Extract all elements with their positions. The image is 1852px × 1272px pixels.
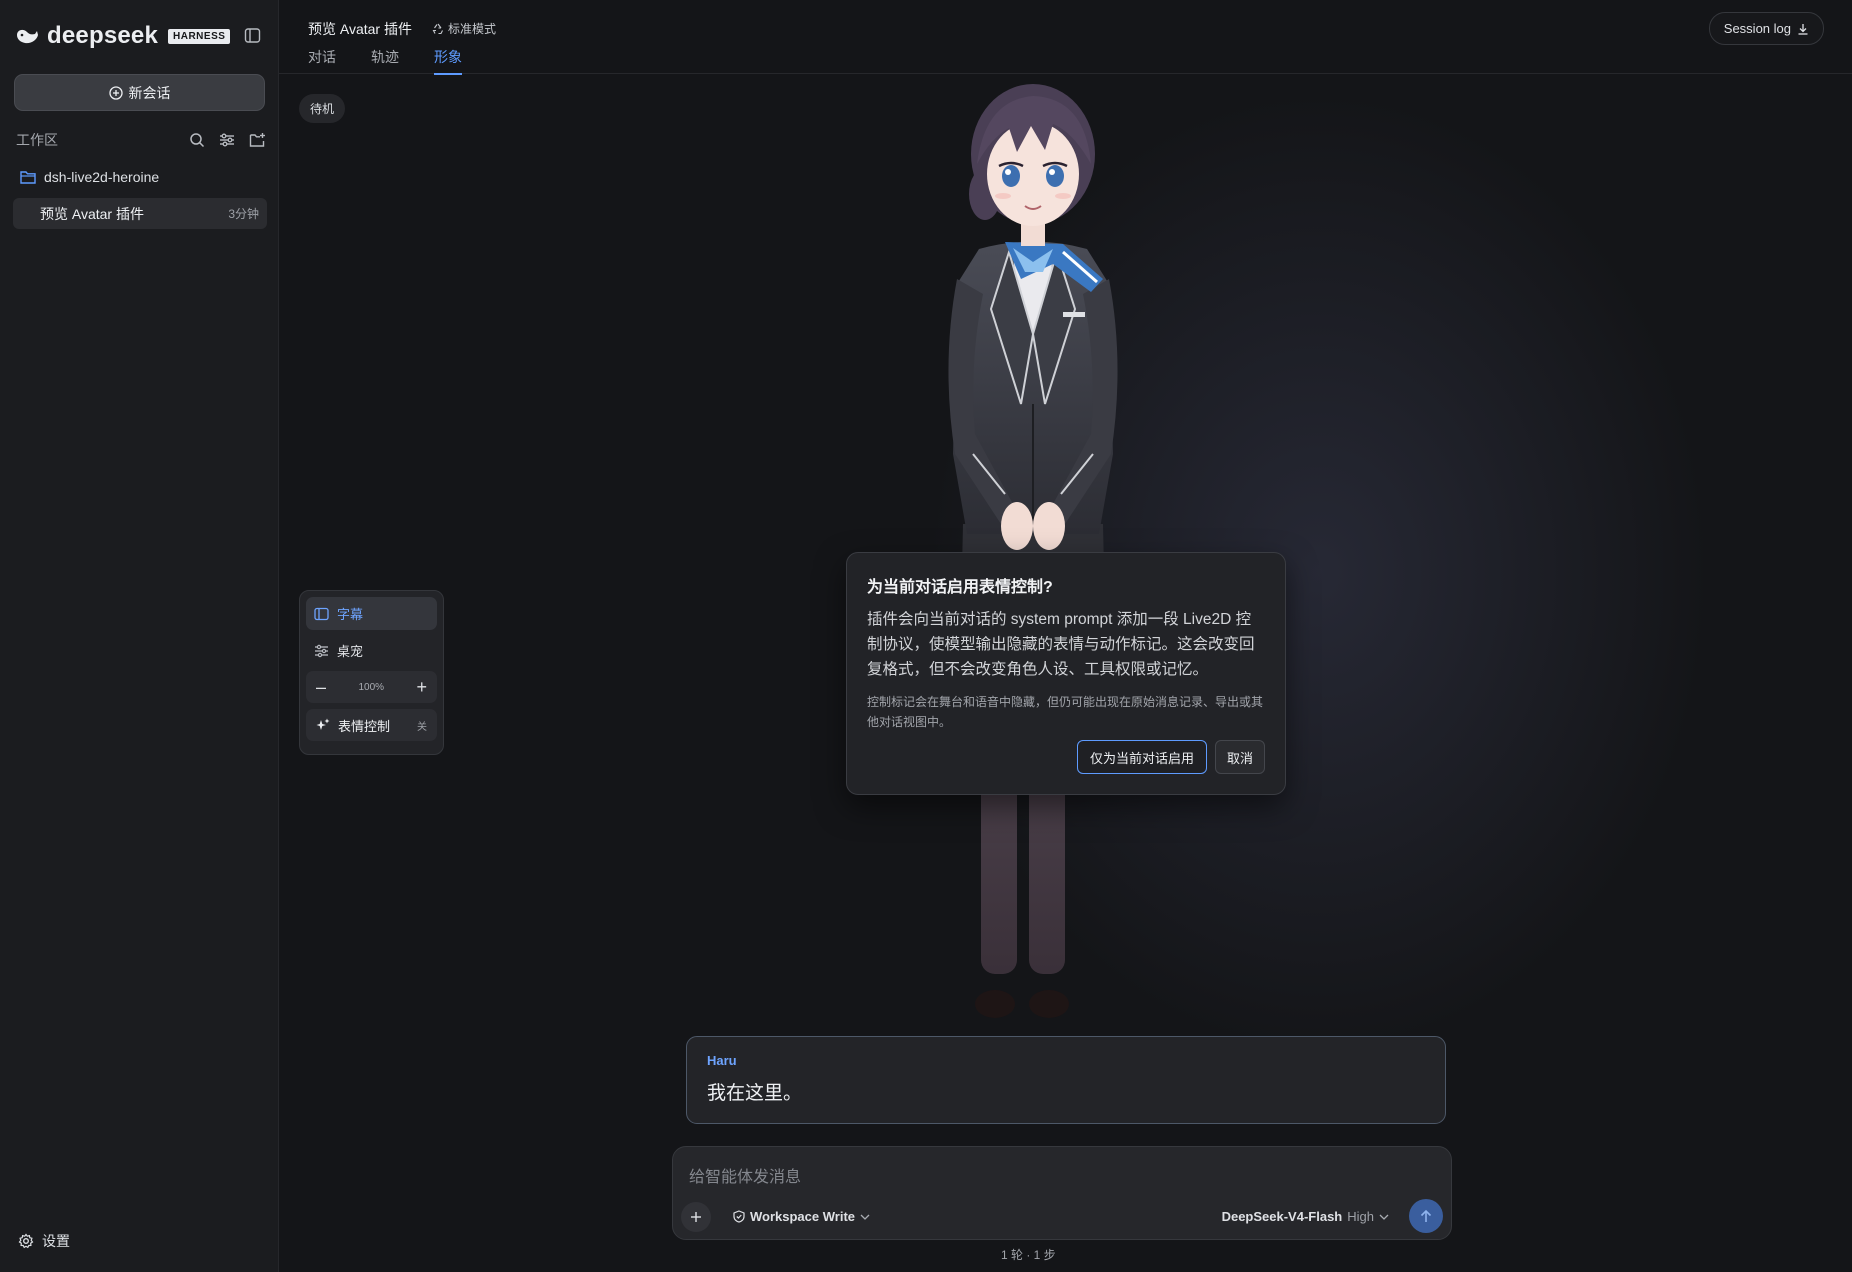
new-chat-label: 新会话 [128, 84, 171, 101]
model-selector[interactable]: DeepSeek-V4-Flash High [1222, 1209, 1389, 1224]
message-input[interactable]: 给智能体发消息 [689, 1163, 801, 1187]
expression-control-toggle[interactable]: 表情控制 关 [306, 709, 437, 741]
new-folder-icon[interactable] [249, 132, 266, 148]
session-log-button[interactable]: Session log [1708, 12, 1824, 45]
session-age: 3分钟 [228, 207, 259, 221]
model-name: DeepSeek-V4-Flash [1221, 1209, 1343, 1224]
shield-icon [733, 1210, 745, 1223]
turn-counter: 1 轮 · 1 步 [1001, 1248, 1056, 1262]
dialog-body: 插件会向当前对话的 system prompt 添加一段 Live2D 控制协议… [867, 611, 1255, 678]
chevron-down-icon [860, 1214, 870, 1220]
dialog-note: 控制标记会在舞台和语音中隐藏，但仍可能出现在原始消息记录、导出或其他对话视图中。 [867, 695, 1264, 729]
tab-bar: 对话 轨迹 形象 [308, 47, 462, 75]
folder-name: dsh-live2d-heroine [44, 169, 160, 185]
zoom-control: – 100% + [306, 671, 437, 703]
avatar-tool-panel: 字幕 桌宠 – 100% + 表情控制 关 [299, 590, 444, 755]
tab-trace[interactable]: 轨迹 [371, 47, 399, 75]
enable-for-chat-button[interactable]: 仅为当前对话启用 [1076, 740, 1207, 774]
plus-icon [690, 1211, 702, 1223]
plus-circle-icon [108, 85, 123, 100]
sidebar: deepseek HARNESS 新会话 工作区 dsh-live2d-hero… [0, 0, 279, 1272]
dialog-title: 为当前对话启用表情控制? [867, 579, 1053, 596]
sparkle-icon [316, 718, 330, 732]
arrow-up-icon [1419, 1209, 1433, 1223]
sliders-icon [314, 644, 329, 658]
speaker-name: Haru [707, 1053, 737, 1068]
desktop-pet-toggle[interactable]: 桌宠 [306, 634, 437, 667]
folder-icon [20, 170, 36, 184]
settings-label: 设置 [42, 1233, 70, 1249]
top-bar: 预览 Avatar 插件 标准模式 对话 轨迹 形象 Session log [279, 0, 1852, 75]
subtitles-toggle[interactable]: 字幕 [306, 597, 437, 630]
workspace-label: 工作区 [16, 132, 58, 148]
chevron-down-icon [1379, 1214, 1389, 1220]
status-badge: 待机 [299, 94, 346, 123]
brand-name: deepseek [47, 22, 159, 49]
panel-icon [314, 607, 329, 621]
cancel-button[interactable]: 取消 [1214, 740, 1265, 774]
desktop-pet-label: 桌宠 [337, 644, 364, 659]
reasoning-effort: High [1347, 1209, 1374, 1224]
gear-icon [18, 1233, 34, 1249]
subtitles-label: 字幕 [337, 607, 364, 622]
settings-button[interactable]: 设置 [18, 1231, 70, 1251]
attach-button[interactable] [681, 1202, 711, 1232]
tab-chat[interactable]: 对话 [308, 47, 336, 75]
expression-state: 关 [417, 721, 427, 733]
whale-logo-icon [15, 26, 39, 46]
tab-avatar[interactable]: 形象 [434, 47, 462, 75]
workspace-folder[interactable]: dsh-live2d-heroine [20, 169, 159, 185]
zoom-out-button[interactable]: – [316, 678, 326, 696]
download-icon [1797, 23, 1809, 35]
zoom-level: 100% [358, 681, 385, 693]
search-icon[interactable] [189, 132, 205, 148]
session-item[interactable]: 预览 Avatar 插件 3分钟 [13, 198, 267, 229]
permission-selector[interactable]: Workspace Write [733, 1209, 870, 1224]
mode-indicator[interactable]: 标准模式 [432, 20, 496, 37]
message-composer: 给智能体发消息 Workspace Write DeepSeek-V4-Flas… [672, 1146, 1452, 1240]
recycle-icon [432, 23, 444, 35]
harness-badge: HARNESS [168, 28, 231, 44]
expression-label: 表情控制 [338, 718, 391, 734]
mode-label: 标准模式 [448, 22, 497, 36]
subtitle-text: 我在这里。 [707, 1083, 803, 1104]
new-chat-button[interactable]: 新会话 [14, 74, 265, 111]
sidebar-toggle-icon[interactable] [244, 27, 261, 44]
session-log-label: Session log [1723, 21, 1791, 36]
filter-icon[interactable] [219, 132, 235, 148]
brand[interactable]: deepseek HARNESS [15, 22, 231, 50]
permission-label: Workspace Write [750, 1209, 856, 1224]
main-area: 预览 Avatar 插件 标准模式 对话 轨迹 形象 Session log 待… [279, 0, 1852, 1272]
zoom-in-button[interactable]: + [416, 678, 427, 696]
workspace-header: 工作区 [16, 130, 266, 150]
session-title: 预览 Avatar 插件 [40, 205, 144, 222]
dialog-actions: 仅为当前对话启用 取消 [1076, 740, 1265, 774]
expression-control-dialog: 为当前对话启用表情控制? 插件会向当前对话的 system prompt 添加一… [846, 552, 1286, 795]
subtitle-box: Haru 我在这里。 [686, 1036, 1446, 1124]
send-button[interactable] [1409, 1199, 1443, 1233]
page-title: 预览 Avatar 插件 [308, 21, 412, 37]
